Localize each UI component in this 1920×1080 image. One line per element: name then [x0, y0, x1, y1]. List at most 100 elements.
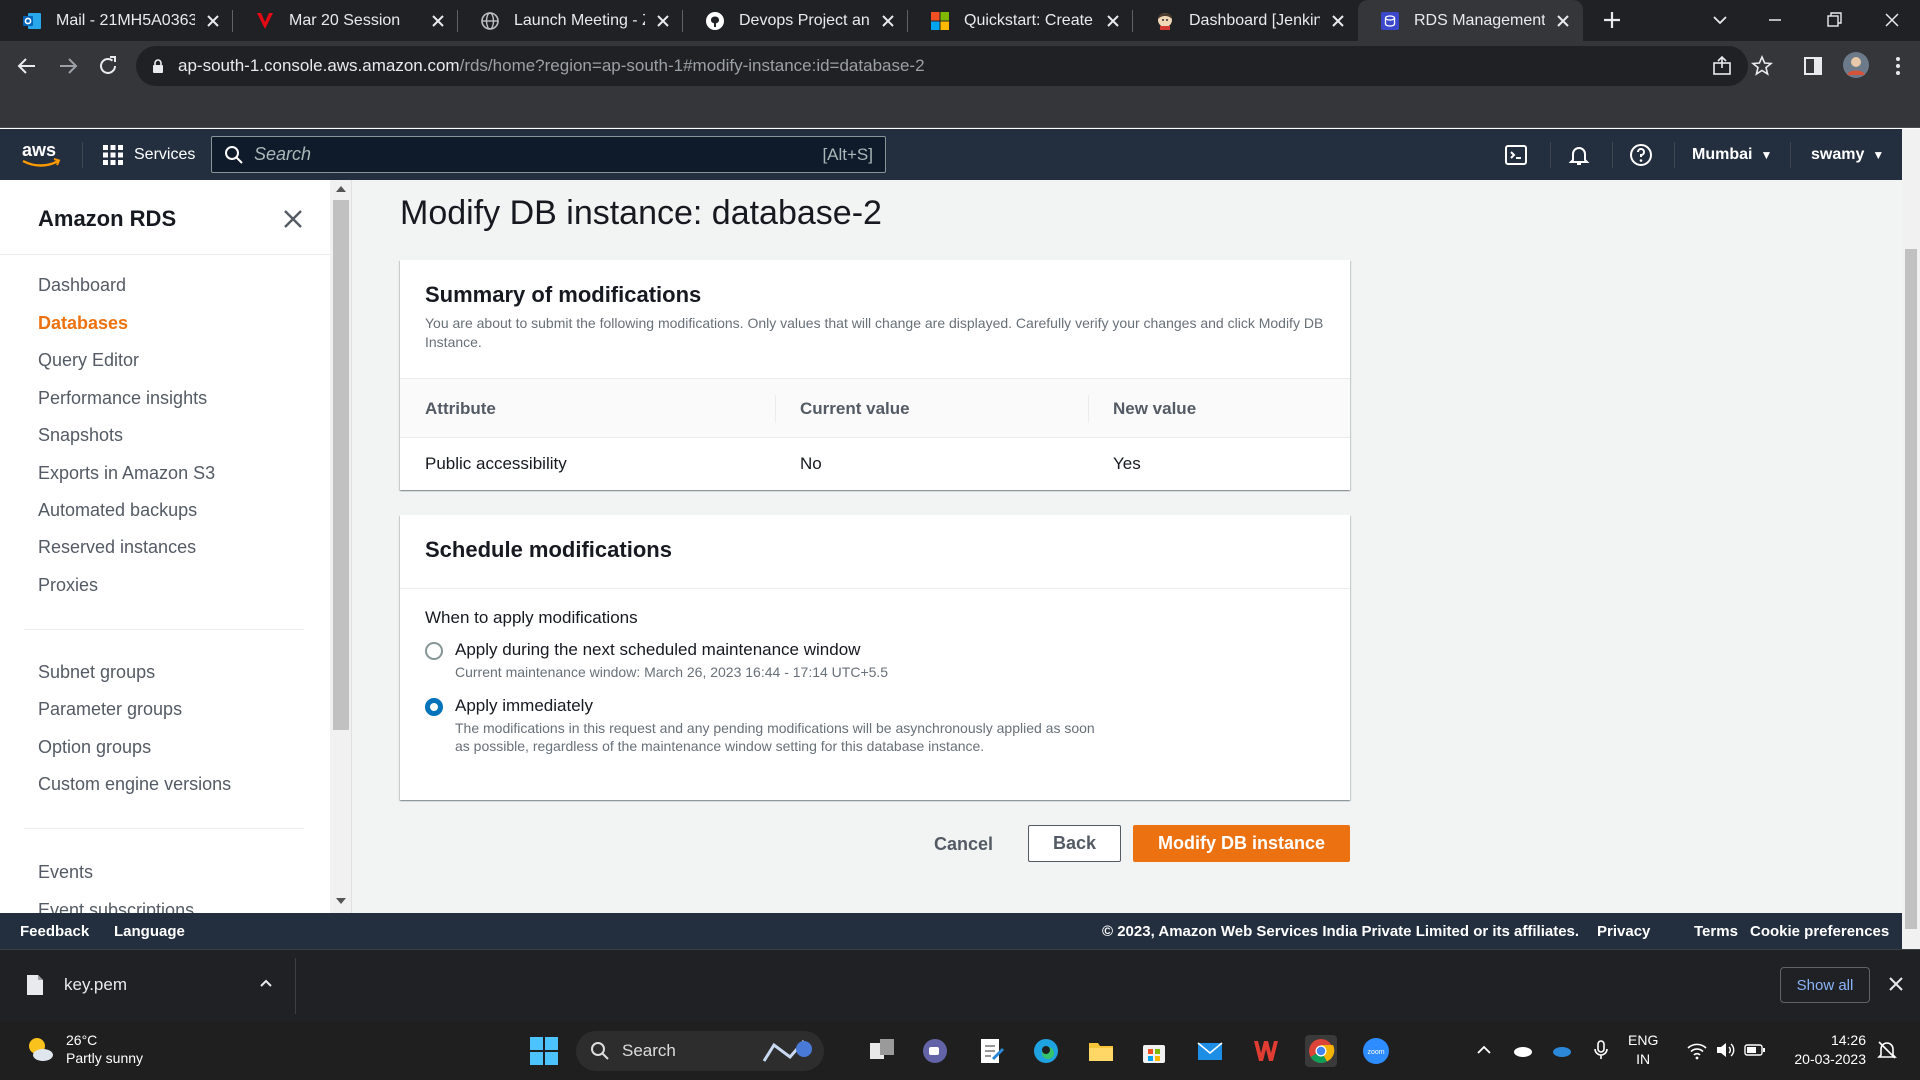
tab-session[interactable]: Mar 20 Session — [233, 0, 458, 41]
side-item-exports-s3[interactable]: Exports in Amazon S3 — [38, 463, 215, 484]
zoom-icon[interactable]: zoom — [1360, 1035, 1392, 1067]
scrollbar-thumb[interactable] — [1905, 249, 1917, 929]
side-item-parameter-groups[interactable]: Parameter groups — [38, 699, 182, 720]
side-item-proxies[interactable]: Proxies — [38, 575, 98, 596]
modify-db-instance-button[interactable]: Modify DB instance — [1133, 825, 1350, 862]
close-icon[interactable] — [1553, 11, 1573, 31]
aws-logo-icon[interactable]: aws — [20, 139, 64, 171]
mail-icon[interactable] — [1194, 1035, 1226, 1067]
page-scrollbar[interactable] — [1902, 129, 1920, 949]
close-icon[interactable] — [203, 11, 223, 31]
teams-chat-icon[interactable] — [919, 1035, 951, 1067]
side-item-snapshots[interactable]: Snapshots — [38, 425, 123, 446]
more-menu-icon[interactable] — [1886, 54, 1910, 78]
back-button[interactable]: Back — [1028, 825, 1121, 862]
tab-rds-active[interactable]: RDS Management Co — [1358, 0, 1583, 41]
radio-apply-immediately[interactable] — [425, 698, 443, 716]
tab-jenkins[interactable]: Dashboard [Jenkins] — [1133, 0, 1358, 41]
side-item-event-subscriptions[interactable]: Event subscriptions — [38, 900, 194, 913]
cookie-preferences-link[interactable]: Cookie preferences — [1750, 923, 1889, 940]
aws-search-input[interactable] — [254, 144, 823, 165]
radio-label-maintenance-window[interactable]: Apply during the next scheduled maintena… — [455, 640, 860, 660]
onedrive-blue-icon[interactable] — [1551, 1039, 1573, 1061]
scrollbar-thumb[interactable] — [333, 200, 349, 730]
close-icon[interactable] — [1328, 11, 1348, 31]
tab-quickstart[interactable]: Quickstart: Create a C — [908, 0, 1133, 41]
side-item-subnet-groups[interactable]: Subnet groups — [38, 662, 155, 683]
download-item[interactable]: key.pem — [26, 974, 127, 996]
radio-label-apply-immediately[interactable]: Apply immediately — [455, 696, 593, 716]
side-nav-title[interactable]: Amazon RDS — [38, 206, 176, 232]
tab-search-icon[interactable] — [1708, 8, 1732, 32]
microsoft-store-icon[interactable] — [1138, 1035, 1170, 1067]
notepad-icon[interactable] — [975, 1035, 1007, 1067]
battery-icon[interactable] — [1744, 1039, 1766, 1061]
weather-widget[interactable]: 26°C Partly sunny — [24, 1031, 143, 1067]
chevron-up-icon[interactable] — [258, 976, 274, 992]
region-selector[interactable]: Mumbai ▼ — [1692, 129, 1772, 180]
scroll-down-arrow-icon[interactable] — [336, 898, 346, 904]
bookmark-star-icon[interactable] — [1750, 54, 1774, 78]
side-item-events[interactable]: Events — [38, 862, 93, 883]
side-nav-scrollbar[interactable] — [330, 180, 352, 913]
privacy-link[interactable]: Privacy — [1597, 923, 1650, 940]
chevron-up-icon[interactable] — [1473, 1039, 1495, 1061]
edge-icon[interactable] — [1030, 1035, 1062, 1067]
close-icon[interactable] — [282, 208, 304, 230]
terms-link[interactable]: Terms — [1694, 923, 1738, 940]
lang-region: IN — [1636, 1051, 1651, 1067]
close-icon[interactable] — [1888, 976, 1904, 992]
side-item-reserved-instances[interactable]: Reserved instances — [38, 537, 196, 558]
cancel-button[interactable]: Cancel — [934, 834, 993, 855]
side-item-dashboard[interactable]: Dashboard — [38, 275, 126, 296]
close-icon[interactable] — [878, 11, 898, 31]
tab-mail[interactable]: Mail - 21MH5A0363 - — [0, 0, 233, 41]
address-bar[interactable]: ap-south-1.console.aws.amazon.com/rds/ho… — [136, 46, 1748, 86]
reload-icon[interactable] — [96, 54, 120, 78]
system-clock[interactable]: 14:26 20-03-2023 — [1780, 1031, 1866, 1069]
side-item-performance-insights[interactable]: Performance insights — [38, 388, 207, 409]
close-icon[interactable] — [1103, 11, 1123, 31]
notification-icon[interactable] — [1876, 1039, 1898, 1061]
window-close-icon[interactable] — [1880, 8, 1904, 32]
taskbar-search[interactable]: Search — [576, 1031, 824, 1071]
bell-icon[interactable] — [1567, 143, 1591, 167]
task-view-icon[interactable] — [866, 1035, 898, 1067]
account-menu[interactable]: swamy ▼ — [1811, 129, 1884, 180]
side-item-query-editor[interactable]: Query Editor — [38, 350, 139, 371]
language-link[interactable]: Language — [114, 923, 185, 940]
services-menu[interactable]: Services — [102, 129, 195, 180]
forward-arrow-icon[interactable] — [56, 54, 80, 78]
new-tab-button[interactable] — [1600, 8, 1624, 32]
side-item-custom-engine-versions[interactable]: Custom engine versions — [38, 774, 231, 795]
help-icon[interactable] — [1629, 143, 1653, 167]
side-item-automated-backups[interactable]: Automated backups — [38, 500, 197, 521]
minimize-icon[interactable] — [1763, 8, 1787, 32]
volume-icon[interactable] — [1714, 1039, 1736, 1061]
chrome-icon[interactable] — [1305, 1035, 1337, 1067]
scroll-up-arrow-icon[interactable] — [336, 186, 346, 192]
side-item-option-groups[interactable]: Option groups — [38, 737, 151, 758]
windows-start-icon[interactable] — [528, 1035, 560, 1067]
radio-maintenance-window[interactable] — [425, 642, 443, 660]
input-language[interactable]: ENG IN — [1628, 1031, 1658, 1069]
share-icon[interactable] — [1710, 54, 1734, 78]
restore-icon[interactable] — [1822, 8, 1846, 32]
side-panel-icon[interactable] — [1801, 54, 1825, 78]
profile-avatar[interactable] — [1842, 51, 1870, 79]
tab-github[interactable]: Devops Project and A — [683, 0, 908, 41]
wifi-icon[interactable] — [1686, 1039, 1708, 1061]
aws-search-box[interactable]: [Alt+S] — [211, 136, 886, 173]
cloudshell-icon[interactable] — [1504, 143, 1528, 167]
back-arrow-icon[interactable] — [15, 54, 39, 78]
wps-office-icon[interactable] — [1250, 1035, 1282, 1067]
onedrive-icon[interactable] — [1512, 1039, 1534, 1061]
file-explorer-icon[interactable] — [1085, 1035, 1117, 1067]
show-all-button[interactable]: Show all — [1780, 967, 1870, 1003]
side-item-databases[interactable]: Databases — [38, 313, 128, 334]
feedback-link[interactable]: Feedback — [20, 923, 89, 940]
close-icon[interactable] — [428, 11, 448, 31]
close-icon[interactable] — [653, 11, 673, 31]
tab-zoom[interactable]: Launch Meeting - Zoo — [458, 0, 683, 41]
microphone-icon[interactable] — [1590, 1039, 1612, 1061]
